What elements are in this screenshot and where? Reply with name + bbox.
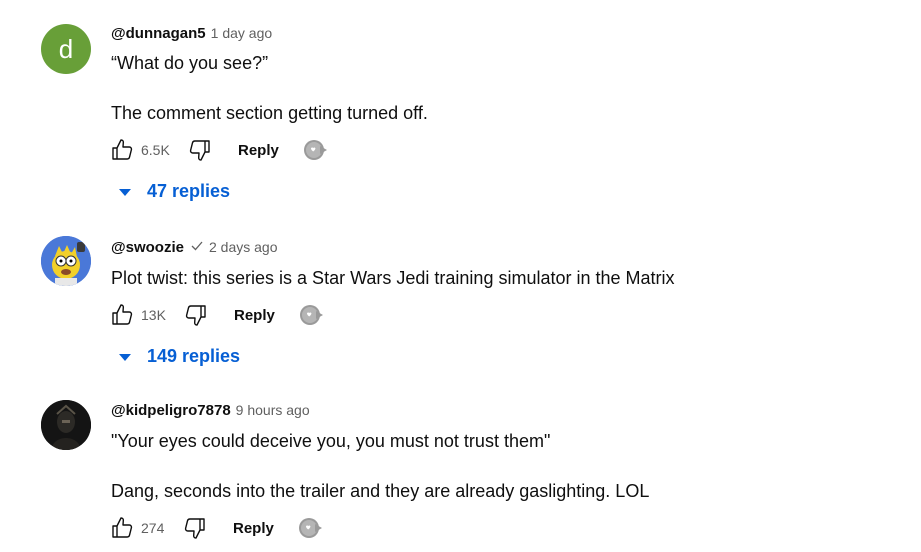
comment-timestamp[interactable]: 2 days ago	[209, 239, 278, 255]
caret-down-icon	[119, 188, 131, 196]
author-name[interactable]: @dunnagan5	[111, 25, 206, 42]
reply-button[interactable]: Reply	[238, 142, 279, 159]
comment-timestamp[interactable]: 1 day ago	[211, 25, 273, 41]
comment-header: @kidpeligro7878 9 hours ago	[111, 402, 310, 419]
like-count: 6.5K	[141, 142, 170, 158]
comment-text-line: The comment section getting turned off.	[111, 103, 428, 123]
caret-down-icon	[119, 353, 131, 361]
comment-text-line: Dang, seconds into the trailer and they …	[111, 481, 650, 501]
thumbs-up-icon	[112, 517, 133, 538]
avatar[interactable]	[41, 400, 91, 450]
dislike-button[interactable]	[182, 301, 210, 329]
avatar-image	[41, 236, 91, 286]
comment-action-bar: 274 Reply	[108, 514, 324, 542]
avatar-letter: d	[58, 33, 74, 64]
comment-text-line: “What do you see?”	[111, 53, 269, 73]
checkmark-icon	[191, 241, 203, 251]
avatar[interactable]: d	[41, 24, 91, 74]
author-name[interactable]: @swoozie	[111, 239, 184, 256]
reply-button[interactable]: Reply	[234, 307, 275, 324]
thumbs-down-icon	[185, 305, 206, 326]
dislike-button[interactable]	[186, 136, 214, 164]
thumbs-down-icon	[189, 140, 210, 161]
comment-text-line: Plot twist: this series is a Star Wars J…	[111, 268, 675, 288]
avatar[interactable]	[41, 236, 91, 286]
creator-heart-icon[interactable]	[299, 304, 325, 326]
replies-count-label: 149 replies	[147, 346, 241, 366]
thumbs-up-icon	[112, 139, 133, 160]
like-count: 274	[141, 520, 165, 536]
view-replies-button[interactable]: 47 replies	[117, 181, 230, 202]
avatar-image	[41, 400, 91, 450]
like-button[interactable]	[108, 301, 136, 329]
comment-action-bar: 6.5K Reply	[108, 136, 329, 164]
comment-header: @dunnagan5 1 day ago	[111, 25, 272, 42]
author-name[interactable]: @kidpeligro7878	[111, 402, 231, 419]
view-replies-button[interactable]: 149 replies	[117, 346, 240, 367]
like-button[interactable]	[108, 514, 136, 542]
reply-button[interactable]: Reply	[233, 520, 274, 537]
comment-timestamp[interactable]: 9 hours ago	[236, 402, 310, 418]
like-button[interactable]	[108, 136, 136, 164]
thumbs-down-icon	[184, 518, 205, 539]
comment-header: @swoozie 2 days ago	[111, 239, 277, 256]
dislike-button[interactable]	[181, 514, 209, 542]
comment-action-bar: 13K Reply	[108, 301, 325, 329]
like-count: 13K	[141, 307, 166, 323]
replies-count-label: 47 replies	[147, 181, 231, 201]
comment-text-line: "Your eyes could deceive you, you must n…	[111, 431, 551, 451]
creator-heart-icon[interactable]	[298, 517, 324, 539]
creator-heart-icon[interactable]	[303, 139, 329, 161]
thumbs-up-icon	[112, 304, 133, 325]
